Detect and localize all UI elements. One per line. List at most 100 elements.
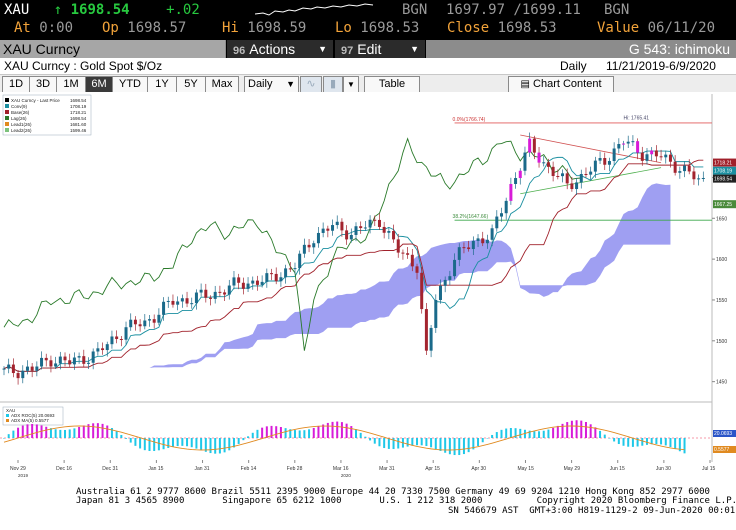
adx-bar (458, 438, 461, 456)
edit-menu-button[interactable]: 97 Edit ▼ (334, 40, 426, 58)
footer: Australia 61 2 9777 8600 Brazil 5511 239… (0, 484, 736, 530)
candle-body (401, 252, 405, 254)
adx-bar (481, 438, 484, 443)
adx-bar (556, 425, 559, 438)
candle-body (532, 138, 536, 153)
candle-body (129, 319, 133, 328)
adx-bar (589, 424, 592, 438)
range-button-3d[interactable]: 3D (29, 76, 57, 93)
range-button-1y[interactable]: 1Y (147, 76, 177, 93)
adx-bar (153, 438, 156, 451)
net-change: +.02 (166, 2, 200, 18)
adx-bar (383, 438, 386, 449)
candle-body (166, 300, 170, 302)
range-button-6m[interactable]: 6M (85, 76, 113, 93)
table-button[interactable]: Table (364, 76, 420, 93)
candle-body (701, 177, 705, 179)
candle-body (241, 282, 245, 289)
candle-body (44, 357, 48, 361)
candle-body (518, 170, 522, 179)
range-button-max[interactable]: Max (205, 76, 239, 93)
adx-bar (340, 422, 343, 438)
ichimoku-chart[interactable]: 0.0%(1766.74) 38.2%(1647.66) Hi: 1765.41 17… (0, 92, 736, 484)
candle-body (279, 277, 283, 282)
candle-body (612, 148, 616, 162)
candle-body (636, 141, 640, 153)
adx-bar (190, 438, 193, 448)
adx-bar (31, 423, 34, 438)
candle-body (607, 161, 611, 165)
line-style-button[interactable]: ∿ (300, 76, 322, 93)
security-field[interactable]: XAU Curncy (0, 40, 225, 58)
candle-body (579, 174, 583, 183)
range-button-1m[interactable]: 1M (56, 76, 86, 93)
candle-body (457, 247, 461, 260)
adx-bar (444, 438, 447, 453)
range-button-5y[interactable]: 5Y (176, 76, 206, 93)
x-tick-label: May 15 (517, 466, 534, 472)
bar-chart-icon: ▮ (329, 78, 337, 90)
candle-body (321, 228, 325, 233)
range-button-1d[interactable]: 1D (2, 76, 30, 93)
close-field: Close 1698.53 (447, 20, 557, 36)
dropdown-arrow-icon: ▼ (410, 44, 419, 54)
adx-bar (552, 427, 555, 438)
candle-body (293, 268, 297, 270)
adx-bar (453, 438, 456, 456)
adx-bar (345, 423, 348, 438)
chart-type-dropdown[interactable]: ▼ (343, 76, 359, 93)
candle-body (58, 356, 62, 364)
candle-body (354, 226, 358, 235)
x-tick-label: Jul 15 (702, 466, 716, 472)
adx-bar (101, 423, 104, 438)
adx-bar (293, 430, 296, 438)
legend-swatch (5, 122, 9, 126)
adx-bar (664, 438, 667, 446)
candle-body (420, 272, 424, 310)
security-description: XAU Curncy : Gold Spot $/Oz (4, 59, 163, 73)
adx-roc-swatch (6, 414, 9, 417)
at-label: At (14, 20, 31, 36)
frequency-select[interactable]: Daily ▼ (244, 76, 299, 93)
candle-body (462, 247, 466, 249)
x-tick-label: May 29 (564, 466, 581, 472)
adx-bar (486, 438, 489, 439)
candle-body (227, 285, 231, 295)
candle-body (124, 327, 128, 340)
adx-ma-swatch (6, 419, 9, 422)
up-arrow-icon: ↑ (53, 2, 63, 18)
periodicity: Daily (560, 59, 587, 73)
adx-bar (355, 429, 357, 438)
candle-body (157, 314, 161, 323)
open-label: Op (102, 20, 119, 36)
candle-body (110, 336, 114, 345)
chart-header: XAU Curncy : Gold Spot $/Oz Daily 11/21/… (0, 58, 736, 74)
candle-body (255, 280, 259, 285)
candle-body (626, 141, 630, 144)
adx-bar (617, 438, 620, 445)
candle-body (406, 253, 410, 255)
actions-menu-button[interactable]: 96 Actions ▼ (226, 40, 334, 58)
candle-body (453, 259, 457, 277)
adx-bar (434, 438, 437, 450)
candle-body (542, 162, 546, 164)
adx-bar (298, 430, 301, 438)
candle-body (622, 143, 626, 145)
adx-bar (373, 438, 376, 444)
range-button-ytd[interactable]: YTD (112, 76, 148, 93)
legend-item-name: Lead2(26) (11, 128, 32, 133)
quote-line-2: At 0:00 (14, 20, 73, 36)
x-tick-label: Feb 14 (241, 466, 257, 472)
candle-body (434, 299, 438, 328)
chart-content-button[interactable]: ▤ Chart Content (508, 76, 614, 93)
chart-type-button[interactable]: ▮ (323, 76, 343, 93)
high-annotation: Hi: 1765.41 (624, 116, 650, 122)
low-field: Lo 1698.53 (335, 20, 419, 36)
at-value: 0:00 (39, 20, 74, 36)
y-tick-label: 1550 (716, 298, 727, 304)
candle-body (190, 303, 194, 305)
adx-bar (326, 422, 329, 438)
candle-body (284, 268, 288, 278)
adx-bar (655, 438, 658, 445)
candle-body (673, 161, 677, 173)
